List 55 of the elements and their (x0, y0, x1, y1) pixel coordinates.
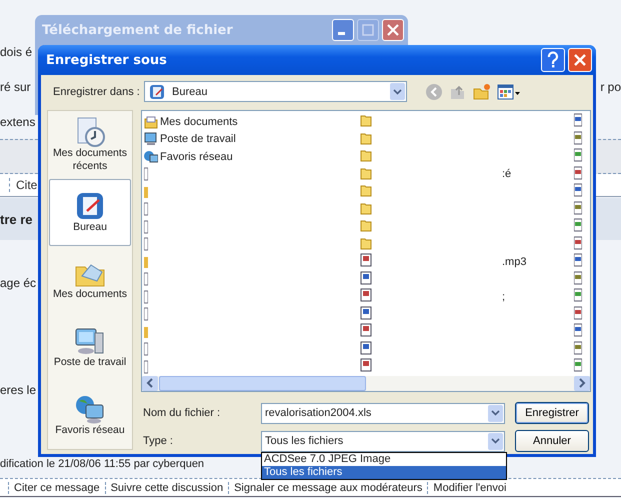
file-name[interactable]: ; (502, 290, 506, 303)
caret-icon (393, 88, 402, 94)
file-name[interactable]: Poste de travail (160, 133, 236, 146)
arrow-right-icon (578, 378, 586, 388)
dropdown-option[interactable]: ACDSee 7.0 JPEG Image (262, 452, 506, 466)
file-name[interactable]: Favoris réseau (160, 150, 233, 163)
desktop-icon (75, 190, 105, 221)
file-name[interactable]: .mp3 (502, 256, 526, 268)
dialog-title: Enregistrer sous (46, 52, 167, 68)
close-button[interactable] (382, 19, 404, 41)
window-title: Téléchargement de fichier (42, 22, 233, 38)
places-item[interactable]: Bureau (49, 178, 131, 246)
minimize-button[interactable] (332, 19, 354, 41)
page-text: eres le (0, 383, 36, 397)
caret-icon (491, 410, 500, 416)
recent-documents-icon (75, 116, 105, 147)
dropdown-option[interactable]: Tous les fichiers (262, 466, 506, 478)
places-item[interactable]: Mes documents récents (49, 111, 131, 179)
file-name-field[interactable]: revalorisation2004.xls (261, 402, 505, 424)
minimize-icon (338, 32, 345, 35)
save-in-dropdown[interactable]: Bureau (144, 81, 407, 102)
page-text: r po (600, 80, 621, 94)
edit-note: dification le 21/08/06 11:55 par cyberquen (0, 458, 204, 470)
places-item[interactable]: Favoris réseau (49, 381, 131, 449)
file-name[interactable]: Mes documents (160, 116, 238, 128)
post-action-link[interactable]: Modifier l'envoi (427, 482, 512, 494)
network-computer-icon (75, 394, 105, 424)
save-in-label: Enregistrer dans : (52, 86, 141, 98)
caret-icon (491, 438, 500, 444)
page-text: extens (0, 114, 36, 128)
save-button[interactable]: Enregistrer (515, 402, 589, 424)
post-title: tre re (0, 212, 33, 226)
page-text: age éc (0, 276, 36, 290)
post-action-link[interactable]: Citer ce message (8, 482, 105, 494)
file-name-label: Nom du fichier : (142, 407, 222, 419)
network-icon (144, 150, 158, 164)
computer-icon (75, 326, 105, 356)
post-action-link[interactable]: Suivre cette discussion (104, 482, 228, 494)
file-name[interactable]: :é (502, 168, 512, 180)
arrow-left-icon (146, 378, 154, 388)
new-folder-icon[interactable] (473, 82, 491, 100)
close-button[interactable] (568, 48, 592, 72)
back-icon[interactable] (425, 82, 443, 100)
horizontal-scrollbar[interactable] (142, 376, 590, 391)
post-action-link[interactable]: Signaler ce message aux modérateurs (228, 482, 428, 494)
help-button[interactable] (541, 48, 565, 72)
computer-icon (144, 132, 158, 146)
type-label: Type : (142, 435, 174, 447)
cancel-button[interactable]: Annuler (515, 430, 589, 452)
desktop-icon (149, 84, 165, 100)
view-menu-icon[interactable] (497, 82, 521, 100)
page-text: dois é (0, 44, 32, 58)
places-item[interactable]: Mes documents (49, 246, 131, 314)
places-item[interactable]: Poste de travail (49, 314, 131, 382)
page-text: ré sur (0, 80, 31, 94)
